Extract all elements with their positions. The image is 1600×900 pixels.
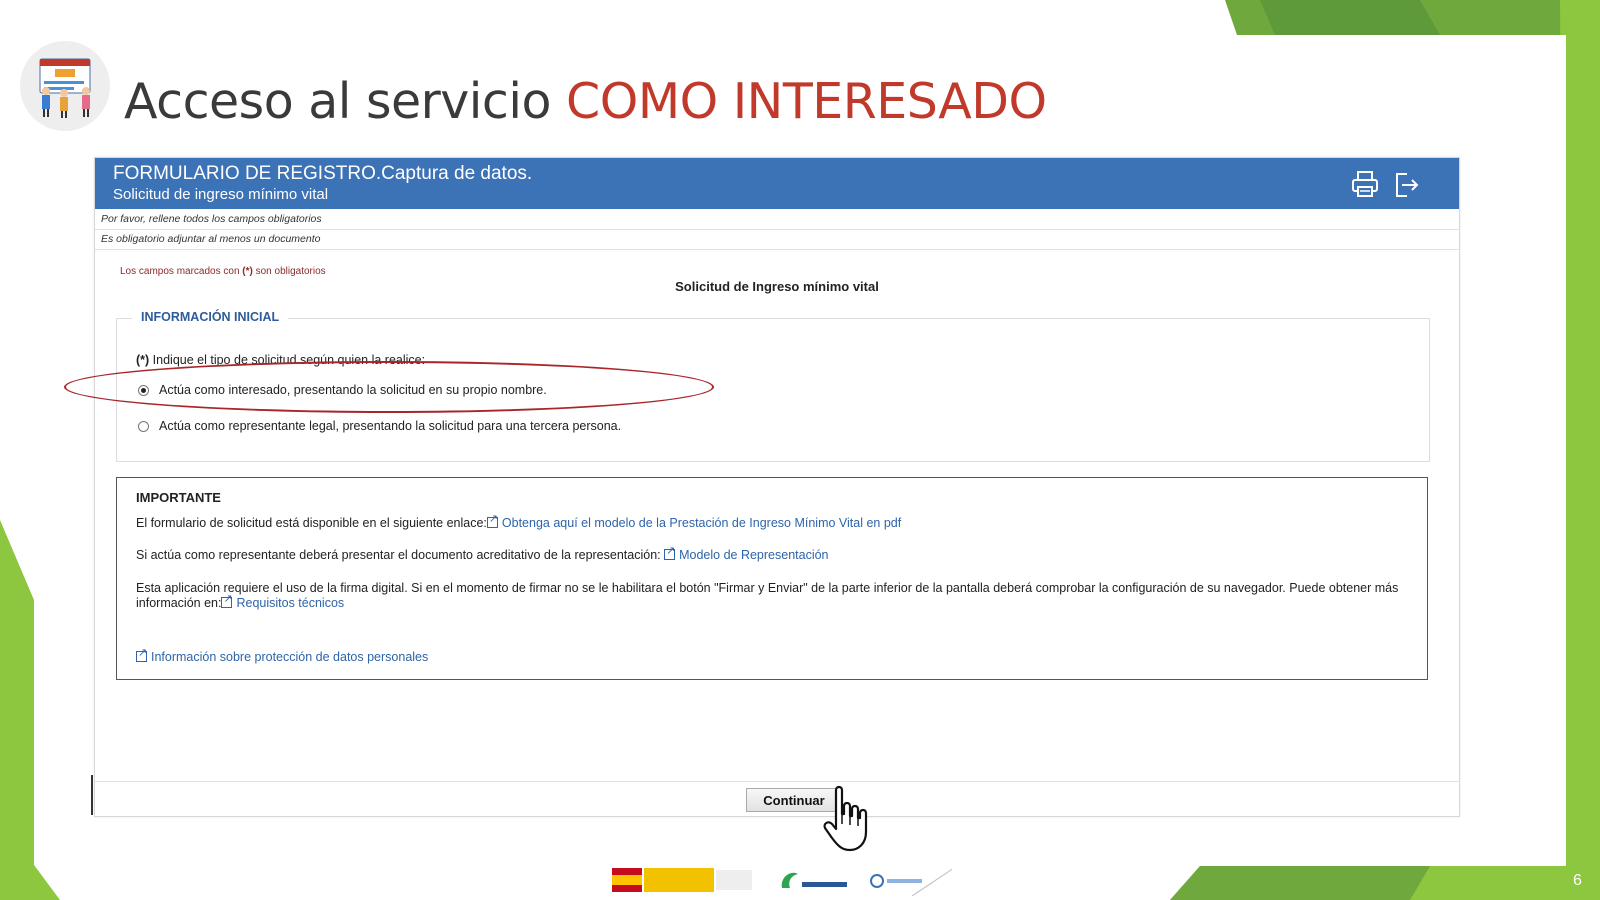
- registration-form-window: FORMULARIO DE REGISTRO.Captura de datos.…: [94, 157, 1460, 817]
- hand-pointer-icon: [823, 785, 868, 852]
- required-fields-note: Por favor, rellene todos los campos obli…: [95, 210, 1459, 230]
- radio-legal-representative[interactable]: [138, 420, 149, 432]
- representation-model-link[interactable]: Modelo de Representación: [679, 548, 828, 562]
- privacy-line: Información sobre protección de datos pe…: [136, 646, 1406, 665]
- external-link-icon: [221, 592, 233, 608]
- pdf-model-link[interactable]: Obtenga aquí el modelo de la Prestación …: [502, 516, 901, 530]
- question-required-mark: (*): [136, 353, 150, 367]
- exit-icon[interactable]: [1389, 168, 1421, 200]
- external-link-icon: [136, 646, 147, 662]
- mandatory-mark: (*): [242, 266, 253, 277]
- important-info-box: IMPORTANTE El formulario de solicitud es…: [116, 477, 1428, 680]
- privacy-info-link[interactable]: Información sobre protección de datos pe…: [151, 650, 428, 664]
- representation-line: Si actúa como representante deberá prese…: [136, 544, 1406, 563]
- mandatory-suffix: son obligatorios: [252, 266, 326, 277]
- digital-signature-line: Esta aplicación requiere el uso de la fi…: [136, 581, 1406, 611]
- text-cursor: [91, 775, 93, 815]
- slide-title: Acceso al servicio COMO INTERESADO: [124, 72, 1047, 132]
- form-footer: Continuar: [95, 781, 1459, 816]
- form-title: Solicitud de Ingreso mínimo vital: [675, 279, 879, 294]
- external-link-icon: [664, 544, 675, 560]
- technical-requirements-link[interactable]: Requisitos técnicos: [236, 596, 344, 610]
- form-link-line: El formulario de solicitud está disponib…: [136, 512, 1406, 531]
- form-header: FORMULARIO DE REGISTRO.Captura de datos.…: [95, 158, 1459, 209]
- section-legend: INFORMACIÓN INICIAL: [132, 310, 289, 324]
- page-number: 6: [1573, 872, 1582, 889]
- option-representative-label: Actúa como representante legal, presenta…: [159, 419, 622, 433]
- form-header-title: FORMULARIO DE REGISTRO.Captura de datos.: [113, 163, 533, 184]
- mandatory-fields-legend: Los campos marcados con (*) son obligato…: [120, 266, 326, 277]
- important-title: IMPORTANTE: [136, 490, 221, 505]
- mandatory-prefix: Los campos marcados con: [120, 266, 243, 277]
- highlight-ellipse: [64, 361, 714, 413]
- government-logos: [612, 868, 952, 896]
- representation-text: Si actúa como representante deberá prese…: [136, 548, 665, 562]
- slide-title-prefix: Acceso al servicio: [124, 73, 567, 130]
- print-icon[interactable]: [1349, 168, 1381, 200]
- external-link-icon: [486, 512, 498, 528]
- people-illustration-icon: [20, 41, 110, 131]
- form-header-subtitle: Solicitud de ingreso mínimo vital: [113, 186, 329, 203]
- attachment-required-note: Es obligatorio adjuntar al menos un docu…: [95, 230, 1459, 250]
- slide-title-accent: COMO INTERESADO: [566, 73, 1047, 130]
- form-link-text: El formulario de solicitud está disponib…: [136, 516, 487, 530]
- option-legal-representative[interactable]: Actúa como representante legal, presenta…: [138, 419, 621, 433]
